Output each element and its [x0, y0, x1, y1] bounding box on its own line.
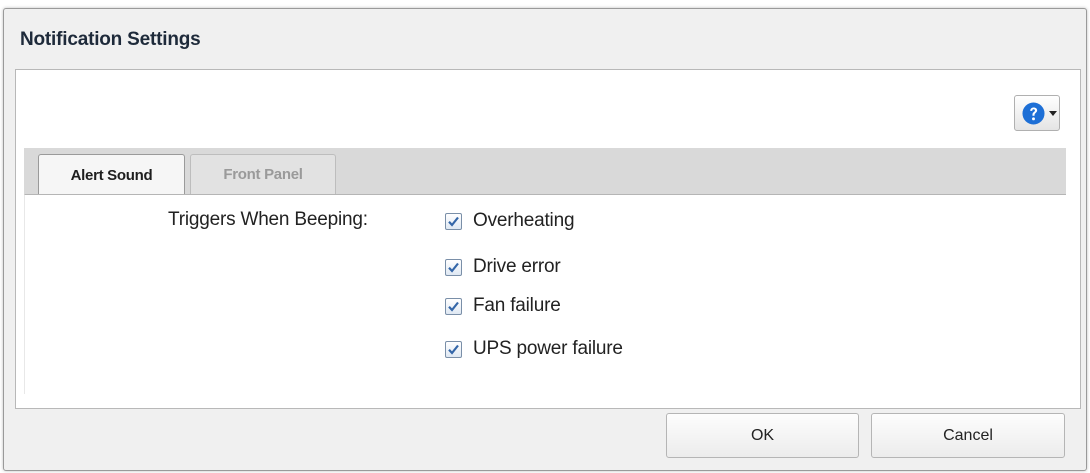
- drive-error-checkbox[interactable]: [445, 258, 462, 276]
- option-label: UPS power failure: [473, 338, 623, 359]
- alert-sound-tab-content: Triggers When Beeping: Overheating Drive…: [24, 194, 1066, 394]
- check-icon: [448, 344, 459, 355]
- option-fan-failure[interactable]: Fan failure: [445, 295, 561, 317]
- option-ups-power-failure[interactable]: UPS power failure: [445, 338, 623, 360]
- settings-panel: Alert Sound Front Panel Triggers When Be…: [15, 69, 1081, 409]
- option-label: Overheating: [473, 210, 575, 231]
- option-label: Drive error: [473, 256, 561, 277]
- check-icon: [448, 262, 459, 273]
- tab-strip: Alert Sound Front Panel: [24, 148, 1066, 195]
- triggers-label: Triggers When Beeping:: [168, 209, 368, 230]
- chevron-down-icon: [1049, 111, 1057, 116]
- fan-failure-checkbox[interactable]: [445, 297, 462, 315]
- option-drive-error[interactable]: Drive error: [445, 256, 561, 278]
- notification-settings-dialog: Notification Settings Alert Sound Front …: [3, 8, 1087, 471]
- ups-power-failure-checkbox[interactable]: [445, 340, 462, 358]
- help-dropdown-button[interactable]: [1014, 95, 1060, 131]
- option-label: Fan failure: [473, 295, 561, 316]
- check-icon: [448, 216, 459, 227]
- overheating-checkbox[interactable]: [445, 212, 462, 230]
- option-overheating[interactable]: Overheating: [445, 210, 575, 232]
- tab-front-panel[interactable]: Front Panel: [190, 154, 336, 194]
- cancel-button[interactable]: Cancel: [871, 413, 1065, 458]
- check-icon: [448, 301, 459, 312]
- tab-alert-sound[interactable]: Alert Sound: [38, 154, 185, 195]
- question-circle-icon: [1022, 102, 1045, 125]
- ok-button[interactable]: OK: [666, 413, 859, 458]
- dialog-title: Notification Settings: [20, 29, 201, 50]
